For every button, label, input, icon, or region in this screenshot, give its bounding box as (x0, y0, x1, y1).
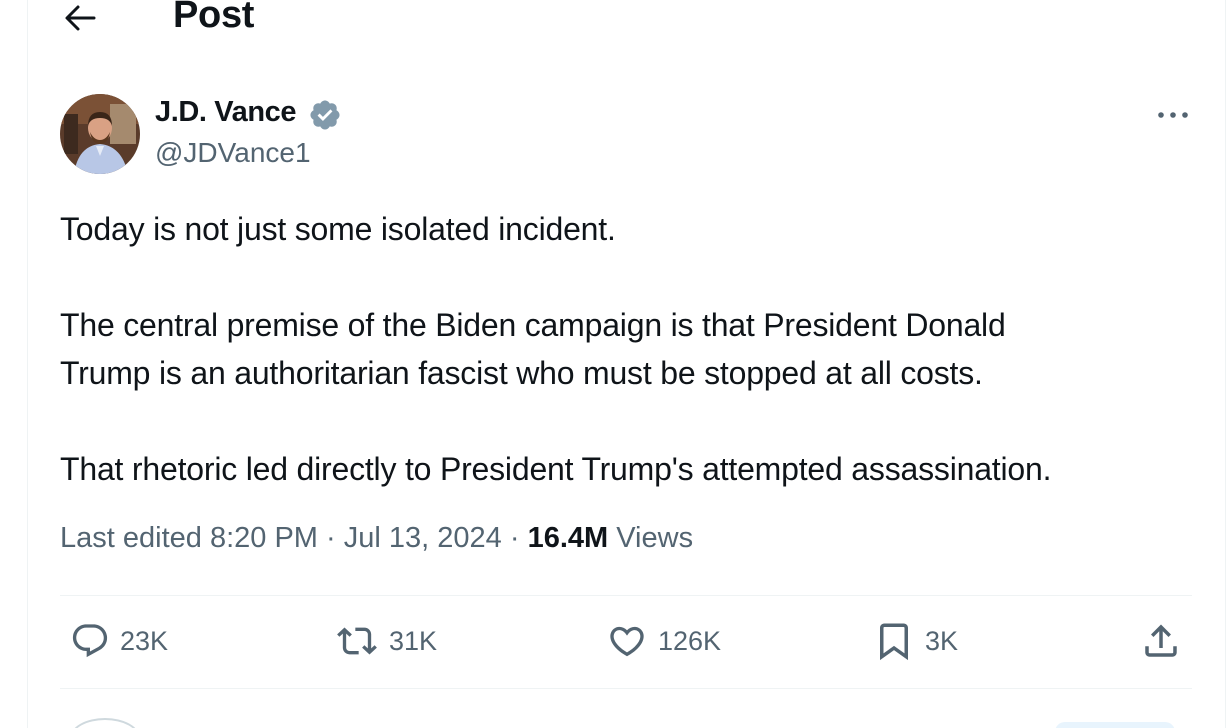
views-label: Views (616, 522, 694, 554)
bookmark-button[interactable]: 3K (873, 621, 958, 661)
post-date[interactable]: Jul 13, 2024 (344, 522, 502, 554)
more-options-button[interactable] (1153, 100, 1193, 130)
post-header: Post (0, 0, 1230, 48)
page-title: Post (173, 0, 255, 36)
like-button[interactable]: 126K (606, 621, 721, 661)
post-text-line: That rhetoric led directly to President … (60, 451, 1052, 487)
share-icon (1145, 624, 1177, 657)
post-time[interactable]: 8:20 PM (210, 522, 318, 554)
bookmark-icon (880, 623, 908, 661)
like-count: 126K (658, 625, 722, 656)
divider (60, 688, 1192, 689)
reply-button[interactable]: 23K (70, 621, 168, 661)
edited-label[interactable]: Last edited (60, 522, 202, 554)
repost-button[interactable]: 31K (335, 621, 437, 661)
avatar-photo (60, 94, 140, 174)
post-actions-bar: 23K 31K 126K 3K (0, 596, 1230, 688)
reply-icon (72, 624, 108, 658)
post-metadata: Last edited 8:20 PM · Jul 13, 2024 · 16.… (60, 522, 693, 555)
heart-icon (610, 626, 644, 657)
post-text-line: Trump is an authoritarian fascist who mu… (60, 355, 983, 391)
post-text-line: Today is not just some isolated incident… (60, 211, 616, 247)
post-text-line: The central premise of the Biden campaig… (60, 307, 1006, 343)
reply-button-partial[interactable] (1055, 722, 1175, 728)
meta-separator: · (509, 522, 520, 554)
reply-count: 23K (120, 625, 169, 656)
share-button[interactable] (1140, 621, 1182, 661)
post-text: Today is not just some isolated incident… (60, 205, 1200, 493)
avatar[interactable] (60, 94, 140, 174)
author-name[interactable]: J.D. Vance (155, 96, 296, 129)
back-button[interactable] (58, 0, 102, 36)
verified-badge-icon[interactable] (308, 98, 342, 132)
repost-count: 31K (389, 625, 438, 656)
repost-icon (337, 627, 377, 655)
views-count[interactable]: 16.4M (528, 522, 609, 554)
author-handle[interactable]: @JDVance1 (155, 137, 311, 169)
reply-avatar-partial (70, 718, 140, 728)
more-horizontal-icon (1158, 112, 1188, 118)
arrow-left-icon (65, 5, 96, 31)
bookmark-count: 3K (925, 625, 959, 656)
meta-separator: · (326, 522, 336, 554)
